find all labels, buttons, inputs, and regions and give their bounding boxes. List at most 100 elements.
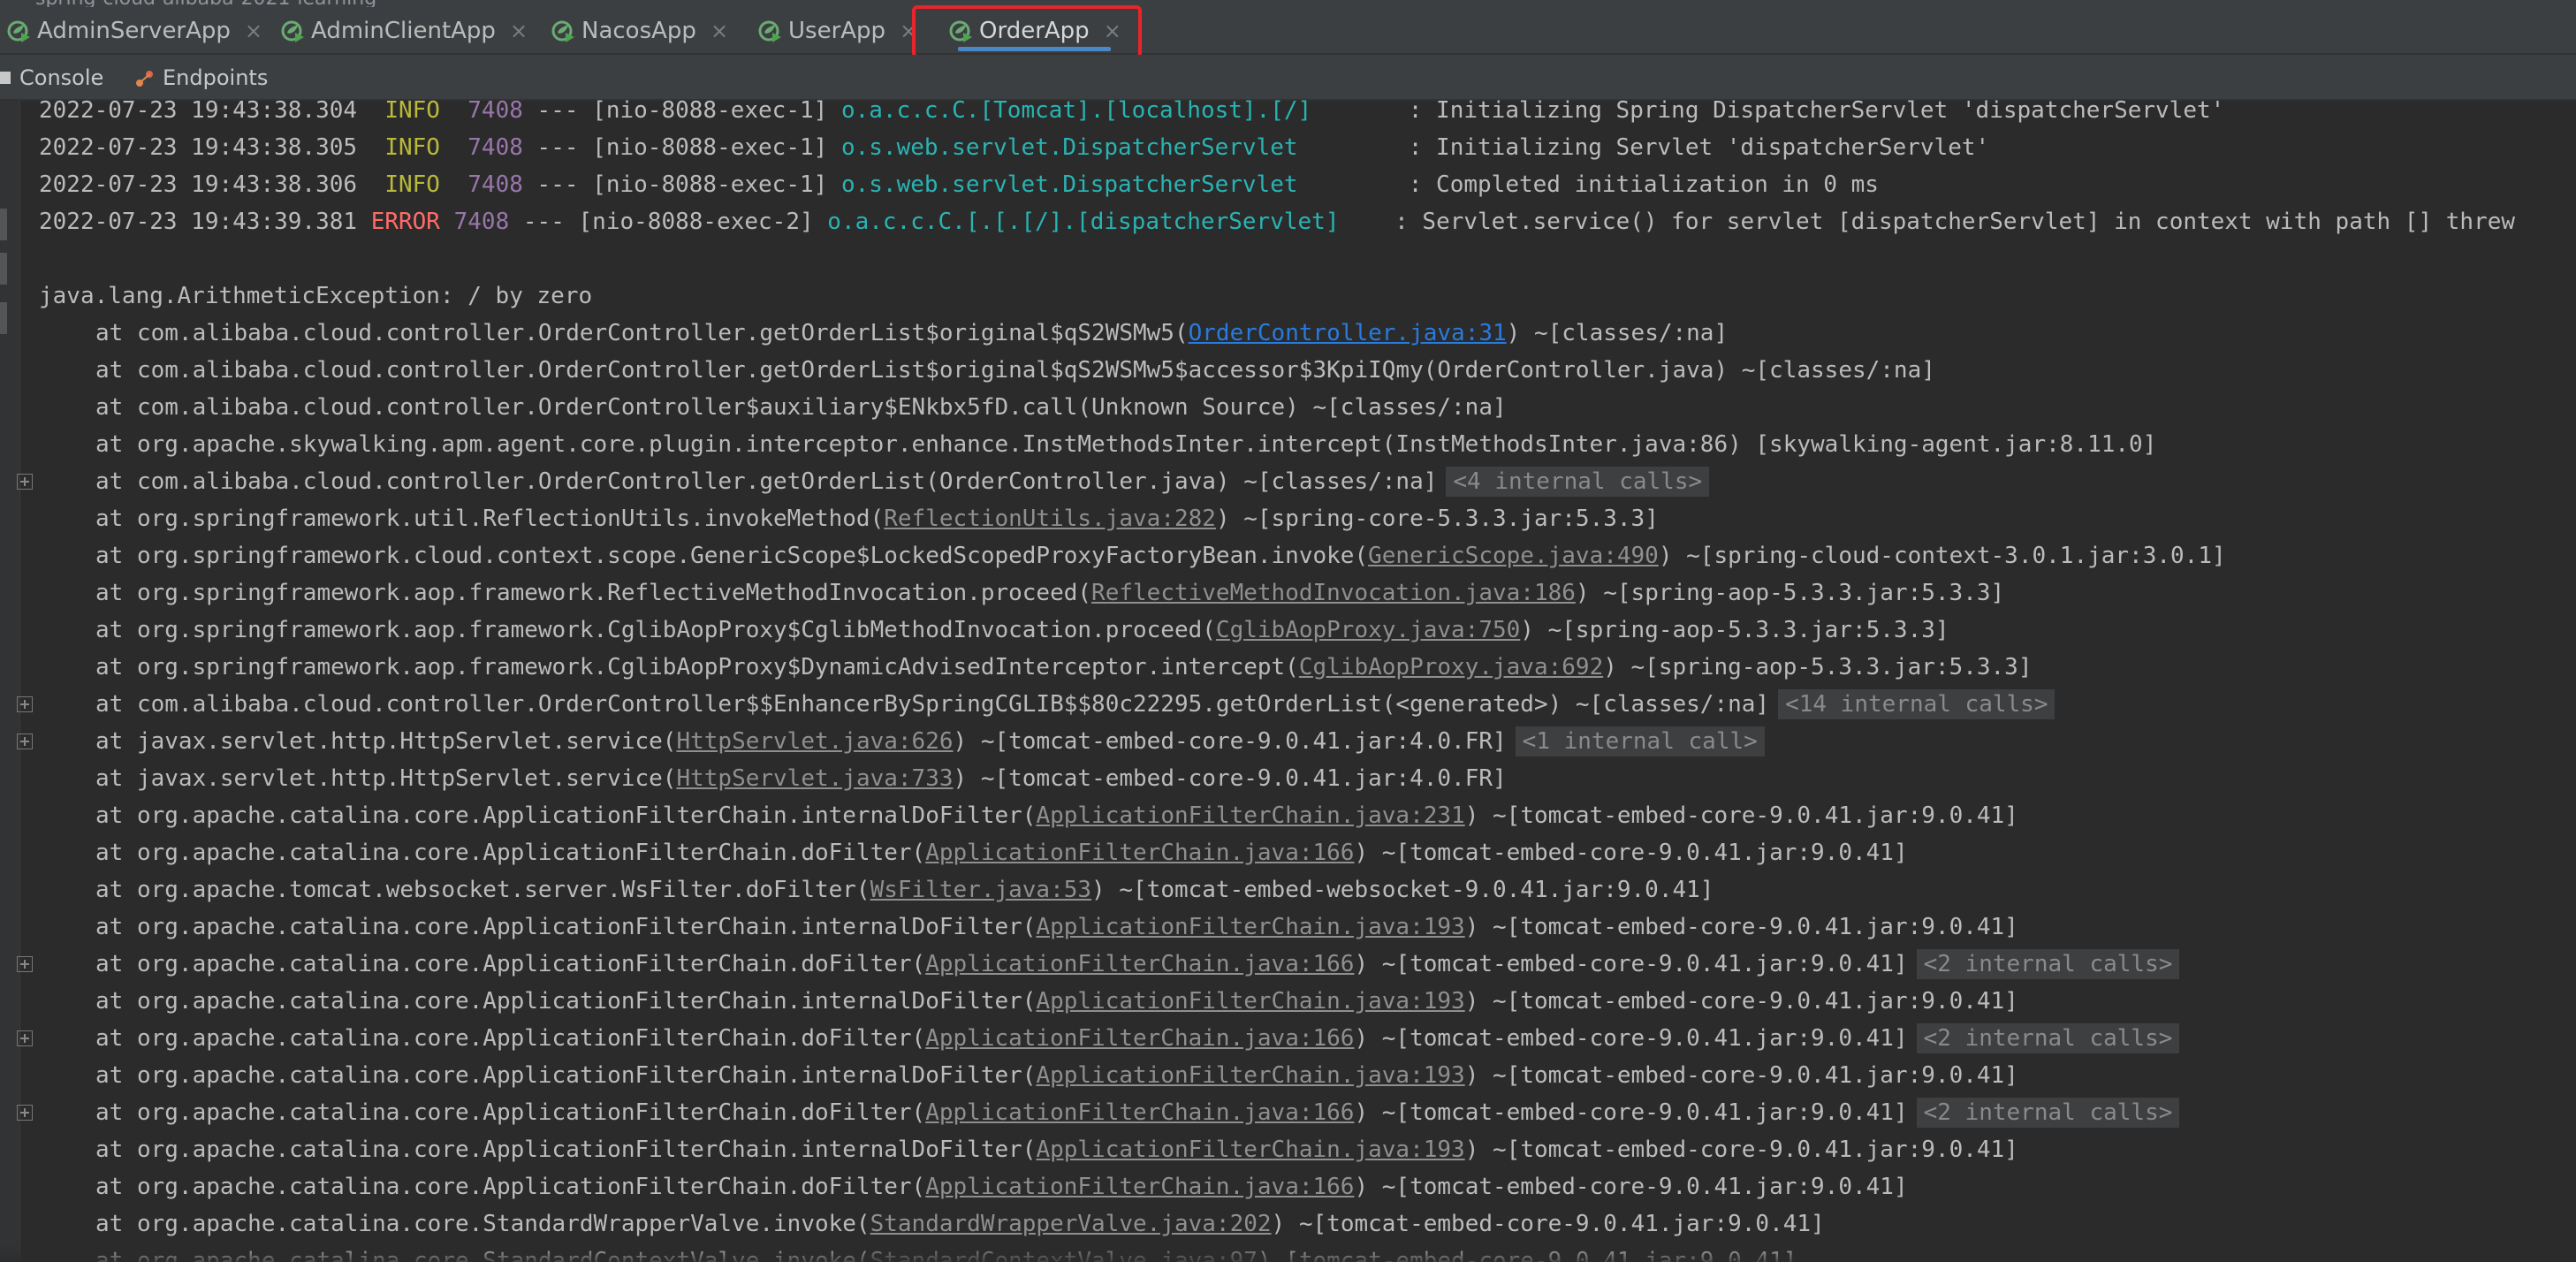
frame-text: at javax.servlet.http.HttpServlet.servic… <box>95 728 677 755</box>
frame-suffix: ) ~[spring-cloud-context-3.0.1.jar:3.0.1… <box>1658 543 2226 569</box>
source-link[interactable]: ReflectiveMethodInvocation.java:186 <box>1091 580 1576 606</box>
source-link[interactable]: ReflectionUtils.java:282 <box>884 506 1216 532</box>
source-link[interactable]: HttpServlet.java:626 <box>676 728 953 755</box>
gutter-marker <box>0 253 7 285</box>
frame-text: at com.alibaba.cloud.controller.OrderCon… <box>95 357 1935 384</box>
run-tab-label: AdminClientApp <box>311 18 496 44</box>
tab-console[interactable]: Console <box>0 55 103 101</box>
expand-fold-icon[interactable] <box>17 474 33 490</box>
highlight-box <box>912 5 1142 58</box>
source-link[interactable]: ApplicationFilterChain.java:166 <box>925 951 1354 977</box>
frame-suffix: ) ~[tomcat-embed-core-9.0.41.jar:4.0.FR] <box>953 728 1507 755</box>
expand-fold-icon[interactable] <box>17 1105 33 1121</box>
run-tab-label: AdminServerApp <box>37 18 231 44</box>
stack-frame: at org.springframework.aop.framework.Cgl… <box>39 649 2032 686</box>
stack-frame: at com.alibaba.cloud.controller.OrderCon… <box>39 389 1507 426</box>
frame-suffix: ) ~[tomcat-embed-core-9.0.41.jar:9.0.41] <box>1354 1025 1908 1052</box>
log-pad <box>1298 134 1409 161</box>
run-tab-adminserverapp[interactable]: AdminServerApp × <box>5 7 262 55</box>
window-title-bar: spring-cloud-alibaba-2021-learning <box>0 0 2576 10</box>
expand-fold-icon[interactable] <box>17 956 33 972</box>
source-link[interactable]: ApplicationFilterChain.java:231 <box>1036 802 1464 829</box>
frame-suffix: ) ~[spring-aop-5.3.3.jar:5.3.3] <box>1575 580 2005 606</box>
close-icon[interactable]: × <box>510 19 528 43</box>
log-level: INFO <box>384 134 454 161</box>
tab-endpoints[interactable]: Endpoints <box>134 55 268 101</box>
frame-text: at org.apache.catalina.core.ApplicationF… <box>95 914 1037 940</box>
stack-frame: at org.springframework.cloud.context.sco… <box>39 537 2226 574</box>
source-link[interactable]: ApplicationFilterChain.java:193 <box>1036 988 1464 1015</box>
source-link[interactable]: CglibAopProxy.java:750 <box>1216 617 1520 643</box>
source-link[interactable]: ApplicationFilterChain.java:166 <box>925 1174 1354 1200</box>
frame-suffix: ) ~[tomcat-embed-core-9.0.41.jar:9.0.41] <box>1464 1137 2018 1163</box>
frame-suffix: ) ~[spring-aop-5.3.3.jar:5.3.3] <box>1603 654 2033 680</box>
stack-frame: at com.alibaba.cloud.controller.OrderCon… <box>39 315 1728 352</box>
log-thread: [nio-8088-exec-1] <box>592 171 841 198</box>
log-line: 2022-07-23 19:43:38.305 INFO 7408 --- [n… <box>39 129 1989 166</box>
stack-frame: at org.apache.catalina.core.ApplicationF… <box>39 797 2018 834</box>
frame-text: at org.springframework.aop.framework.Ref… <box>95 580 1092 606</box>
stack-frame: at org.apache.catalina.core.ApplicationF… <box>39 1057 2018 1094</box>
frame-suffix: ) ~[tomcat-embed-core-9.0.41.jar:4.0.FR] <box>953 765 1507 792</box>
console-output[interactable]: 2022-07-23 19:43:38.304 INFO 7408 --- [n… <box>39 95 2576 1262</box>
close-icon[interactable]: × <box>710 19 728 43</box>
log-message: : Servlet.service() for servlet [dispatc… <box>1394 209 2516 235</box>
source-link[interactable]: ApplicationFilterChain.java:193 <box>1036 1062 1464 1089</box>
close-icon[interactable]: × <box>245 19 262 43</box>
run-tab-userapp[interactable]: UserApp × <box>756 7 917 55</box>
run-tab-nacosapp[interactable]: NacosApp × <box>550 7 728 55</box>
source-link[interactable]: HttpServlet.java:733 <box>676 765 953 792</box>
frame-suffix: ) ~[tomcat-embed-core-9.0.41.jar:9.0.41] <box>1271 1211 1825 1237</box>
frame-text: at org.apache.catalina.core.ApplicationF… <box>95 802 1037 829</box>
frame-text: at com.alibaba.cloud.controller.OrderCon… <box>95 468 1438 495</box>
run-tab-adminclientapp[interactable]: AdminClientApp × <box>279 7 528 55</box>
expand-fold-icon[interactable] <box>17 734 33 749</box>
frame-text: at org.apache.catalina.core.ApplicationF… <box>95 1174 926 1200</box>
log-thread: [nio-8088-exec-1] <box>592 134 841 161</box>
stack-frame: at javax.servlet.http.HttpServlet.servic… <box>39 760 1507 797</box>
log-level: INFO <box>384 171 454 198</box>
bottom-fade <box>0 1244 2576 1262</box>
internal-calls-chip[interactable]: <14 internal calls> <box>1778 689 2055 719</box>
log-separator: --- <box>522 97 593 124</box>
frame-text: at org.apache.skywalking.apm.agent.core.… <box>95 431 2157 458</box>
stack-frame: at org.apache.catalina.core.ApplicationF… <box>39 834 1908 871</box>
frame-text: at org.apache.catalina.core.ApplicationF… <box>95 1025 926 1052</box>
internal-calls-chip[interactable]: <2 internal calls> <box>1916 1023 2180 1053</box>
source-link[interactable]: WsFilter.java:53 <box>870 877 1091 903</box>
source-link[interactable]: ApplicationFilterChain.java:193 <box>1036 914 1464 940</box>
internal-calls-chip[interactable]: <2 internal calls> <box>1916 1098 2180 1128</box>
log-level: ERROR <box>370 209 440 235</box>
source-link[interactable]: ApplicationFilterChain.java:166 <box>925 1099 1354 1126</box>
stack-frame: at org.apache.catalina.core.ApplicationF… <box>39 1020 2180 1057</box>
spring-boot-run-icon <box>756 18 783 44</box>
expand-fold-icon[interactable] <box>17 1030 33 1046</box>
source-link[interactable]: CglibAopProxy.java:692 <box>1299 654 1603 680</box>
source-link[interactable]: GenericScope.java:490 <box>1368 543 1659 569</box>
frame-text: at org.apache.catalina.core.StandardWrap… <box>95 1211 870 1237</box>
source-link[interactable]: ApplicationFilterChain.java:166 <box>925 1025 1354 1052</box>
exception-line: java.lang.ArithmeticException: / by zero <box>39 283 593 309</box>
frame-text: at org.apache.catalina.core.ApplicationF… <box>95 1062 1037 1089</box>
log-logger: o.s.web.servlet.DispatcherServlet <box>840 171 1298 198</box>
log-logger: o.a.c.c.C.[.[.[/].[dispatcherServlet] <box>827 209 1340 235</box>
spring-boot-run-icon <box>279 18 306 44</box>
source-link[interactable]: StandardWrapperValve.java:202 <box>870 1211 1272 1237</box>
log-separator: --- <box>522 134 593 161</box>
internal-calls-chip[interactable]: <1 internal call> <box>1515 726 1765 756</box>
spring-boot-run-icon <box>550 18 576 44</box>
frame-text: at org.apache.catalina.core.ApplicationF… <box>95 988 1037 1015</box>
source-link[interactable]: OrderController.java:31 <box>1189 320 1507 346</box>
internal-calls-chip[interactable]: <2 internal calls> <box>1916 949 2180 979</box>
frame-text: at org.apache.catalina.core.ApplicationF… <box>95 1137 1037 1163</box>
internal-calls-chip[interactable]: <4 internal calls> <box>1446 467 1710 497</box>
run-tab-label: NacosApp <box>581 18 696 44</box>
stack-frame: at org.apache.catalina.core.ApplicationF… <box>39 1168 1908 1205</box>
frame-text: at com.alibaba.cloud.controller.OrderCon… <box>95 320 1189 346</box>
source-link[interactable]: ApplicationFilterChain.java:166 <box>925 840 1354 866</box>
expand-fold-icon[interactable] <box>17 696 33 712</box>
source-link[interactable]: ApplicationFilterChain.java:193 <box>1036 1137 1464 1163</box>
log-line: 2022-07-23 19:43:39.381 ERROR 7408 --- [… <box>39 203 2515 240</box>
log-message: : Initializing Spring DispatcherServlet … <box>1408 97 2225 124</box>
run-tab-label: UserApp <box>788 18 886 44</box>
